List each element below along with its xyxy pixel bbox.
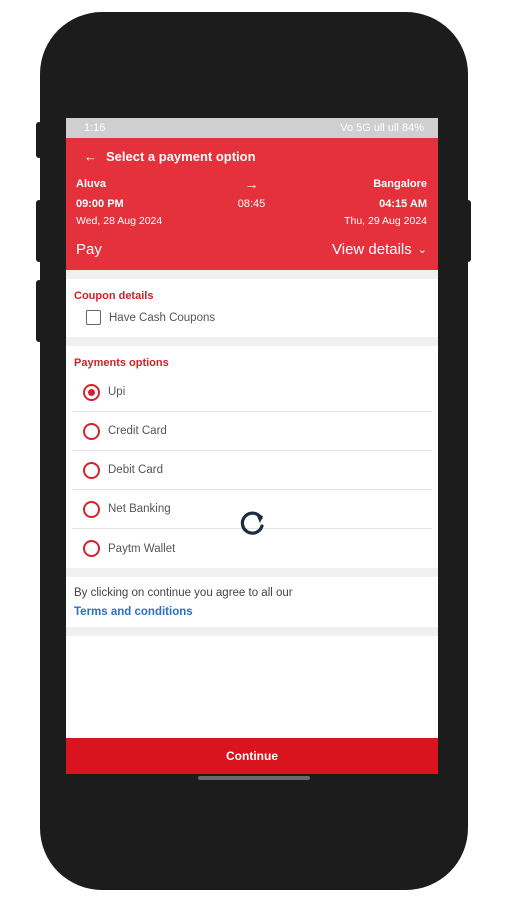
phone-volume-button-lower-2 [36, 280, 42, 342]
radio-debit-card[interactable] [83, 461, 100, 479]
destination-city: Bangalore [373, 178, 427, 190]
app-screen: 1:16 Vo 5G ull ull 84% ← Select a paymen… [66, 118, 438, 774]
status-indicators: Vo 5G ull ull 84% [340, 122, 424, 134]
divider-gap [66, 568, 438, 577]
status-time: 1:16 [84, 122, 106, 134]
continue-button[interactable]: Continue [66, 738, 438, 774]
terms-section: By clicking on continue you agree to all… [66, 577, 438, 627]
radio-credit-card[interactable] [83, 422, 100, 440]
route-times: 09:00 PM 08:45 04:15 AM [76, 198, 427, 210]
payment-option-label: Debit Card [108, 464, 163, 476]
terms-text: By clicking on continue you agree to all… [74, 587, 293, 599]
chevron-down-icon: ⌄ [417, 244, 427, 256]
coupon-section-title: Coupon details [74, 290, 154, 302]
arrival-date: Thu, 29 Aug 2024 [344, 215, 427, 227]
phone-power-button [465, 200, 471, 262]
home-indicator-bar[interactable] [198, 776, 310, 780]
payment-option-label: Paytm Wallet [108, 542, 176, 555]
payment-option-credit-card[interactable]: Credit Card [72, 412, 432, 451]
coupon-section: Coupon details Have Cash Coupons [66, 279, 438, 337]
departure-time: 09:00 PM [76, 198, 124, 210]
origin-city: Aluva [76, 178, 106, 190]
payment-option-label: Upi [108, 386, 126, 398]
view-details-label: View details [332, 241, 412, 258]
route-arrow-icon: → [244, 176, 259, 192]
divider-gap [66, 270, 438, 279]
refresh-icon [240, 511, 264, 535]
radio-paytm-wallet[interactable] [83, 540, 100, 557]
back-arrow-icon[interactable]: ← [84, 149, 97, 164]
pay-row: Pay View details ⌄ [76, 241, 427, 258]
route-cities: Aluva → Bangalore [76, 176, 427, 192]
terms-link[interactable]: Terms and conditions [74, 606, 430, 618]
departure-date: Wed, 28 Aug 2024 [76, 215, 163, 227]
route-dates: Wed, 28 Aug 2024 Thu, 29 Aug 2024 [76, 215, 427, 227]
cash-coupon-checkbox[interactable] [86, 310, 101, 325]
page-title: Select a payment option [106, 149, 256, 164]
trip-duration: 08:45 [237, 198, 266, 210]
cash-coupon-label: Have Cash Coupons [109, 311, 216, 324]
view-details-button[interactable]: View details ⌄ [332, 241, 427, 258]
pay-label: Pay [76, 241, 102, 258]
divider-gap [66, 627, 438, 636]
header-title-row: ← Select a payment option [84, 149, 256, 164]
phone-volume-button-lower [36, 200, 42, 262]
payment-option-upi[interactable]: Upi [72, 373, 432, 412]
cash-coupon-checkbox-row[interactable]: Have Cash Coupons [72, 302, 432, 337]
phone-volume-button [36, 122, 42, 158]
radio-net-banking[interactable] [83, 500, 100, 518]
arrival-time: 04:15 AM [379, 198, 427, 210]
divider-gap [66, 337, 438, 346]
payment-option-label: Net Banking [108, 503, 171, 515]
radio-upi[interactable] [83, 383, 100, 401]
payment-option-label: Credit Card [108, 425, 167, 437]
booking-header: ← Select a payment option Aluva → Bangal… [66, 138, 438, 270]
payment-option-debit-card[interactable]: Debit Card [72, 451, 432, 490]
payment-options-title: Payments options [74, 357, 169, 369]
status-bar: 1:16 Vo 5G ull ull 84% [66, 118, 438, 138]
